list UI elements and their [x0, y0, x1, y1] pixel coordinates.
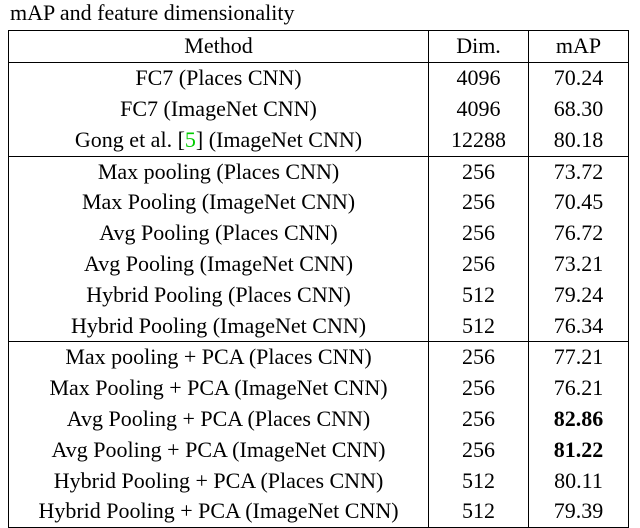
table-row: Avg Pooling + PCA (ImageNet CNN) 256 81.… — [9, 435, 629, 466]
cell-method: Avg Pooling (Places CNN) — [9, 218, 429, 249]
table-row: Max pooling + PCA (Places CNN) 256 77.21 — [9, 342, 629, 373]
cell-dim: 512 — [429, 496, 529, 527]
table-caption: mAP and feature dimensionality — [8, 0, 632, 30]
cell-dim: 256 — [429, 342, 529, 373]
cell-map: 79.24 — [529, 280, 629, 311]
cell-dim: 256 — [429, 404, 529, 435]
cell-map: 80.11 — [529, 466, 629, 497]
table-row: Hybrid Pooling + PCA (Places CNN) 512 80… — [9, 466, 629, 497]
method-prefix: Gong et al. [ — [75, 127, 185, 152]
citation-link[interactable]: 5 — [185, 127, 196, 152]
cell-method: Max pooling + PCA (Places CNN) — [9, 342, 429, 373]
cell-map: 81.22 — [529, 435, 629, 466]
table-row: Hybrid Pooling + PCA (ImageNet CNN) 512 … — [9, 496, 629, 527]
cell-dim: 256 — [429, 373, 529, 404]
cell-dim: 512 — [429, 466, 529, 497]
table-row: Gong et al. [5] (ImageNet CNN) 12288 80.… — [9, 125, 629, 156]
table-row: FC7 (ImageNet CNN) 4096 68.30 — [9, 94, 629, 125]
cell-dim: 256 — [429, 187, 529, 218]
cell-dim: 256 — [429, 218, 529, 249]
cell-dim: 4096 — [429, 94, 529, 125]
table-row: Hybrid Pooling (Places CNN) 512 79.24 — [9, 280, 629, 311]
cell-method: Avg Pooling (ImageNet CNN) — [9, 249, 429, 280]
table-row: Max Pooling (ImageNet CNN) 256 70.45 — [9, 187, 629, 218]
table-row: Avg Pooling + PCA (Places CNN) 256 82.86 — [9, 404, 629, 435]
results-table: Method Dim. mAP FC7 (Places CNN) 4096 70… — [8, 30, 629, 528]
cell-map: 76.34 — [529, 311, 629, 342]
cell-dim: 512 — [429, 280, 529, 311]
table-row: Max pooling (Places CNN) 256 73.72 — [9, 156, 629, 187]
table-row: Max Pooling + PCA (ImageNet CNN) 256 76.… — [9, 373, 629, 404]
cell-map: 80.18 — [529, 125, 629, 156]
cell-method: Max Pooling (ImageNet CNN) — [9, 187, 429, 218]
cell-map: 77.21 — [529, 342, 629, 373]
cell-map: 73.72 — [529, 156, 629, 187]
col-header-dim: Dim. — [429, 31, 529, 63]
table-row: Hybrid Pooling (ImageNet CNN) 512 76.34 — [9, 311, 629, 342]
cell-map: 68.30 — [529, 94, 629, 125]
table-row: Avg Pooling (Places CNN) 256 76.72 — [9, 218, 629, 249]
method-suffix: ] (ImageNet CNN) — [196, 127, 362, 152]
cell-method: Hybrid Pooling (Places CNN) — [9, 280, 429, 311]
cell-method: Hybrid Pooling + PCA (ImageNet CNN) — [9, 496, 429, 527]
cell-map: 76.72 — [529, 218, 629, 249]
table-row: FC7 (Places CNN) 4096 70.24 — [9, 63, 629, 94]
cell-map: 79.39 — [529, 496, 629, 527]
cell-dim: 256 — [429, 156, 529, 187]
cell-map: 70.24 — [529, 63, 629, 94]
cell-method: Max pooling (Places CNN) — [9, 156, 429, 187]
cell-map: 70.45 — [529, 187, 629, 218]
cell-method: Avg Pooling + PCA (ImageNet CNN) — [9, 435, 429, 466]
col-header-map: mAP — [529, 31, 629, 63]
cell-method: Hybrid Pooling (ImageNet CNN) — [9, 311, 429, 342]
table-row: Avg Pooling (ImageNet CNN) 256 73.21 — [9, 249, 629, 280]
cell-dim: 12288 — [429, 125, 529, 156]
cell-method: FC7 (ImageNet CNN) — [9, 94, 429, 125]
cell-map: 82.86 — [529, 404, 629, 435]
cell-map: 76.21 — [529, 373, 629, 404]
cell-dim: 4096 — [429, 63, 529, 94]
cell-method: Max Pooling + PCA (ImageNet CNN) — [9, 373, 429, 404]
col-header-method: Method — [9, 31, 429, 63]
cell-map: 73.21 — [529, 249, 629, 280]
cell-dim: 256 — [429, 435, 529, 466]
cell-method: Hybrid Pooling + PCA (Places CNN) — [9, 466, 429, 497]
cell-method: FC7 (Places CNN) — [9, 63, 429, 94]
cell-method: Avg Pooling + PCA (Places CNN) — [9, 404, 429, 435]
cell-dim: 512 — [429, 311, 529, 342]
cell-dim: 256 — [429, 249, 529, 280]
cell-method: Gong et al. [5] (ImageNet CNN) — [9, 125, 429, 156]
